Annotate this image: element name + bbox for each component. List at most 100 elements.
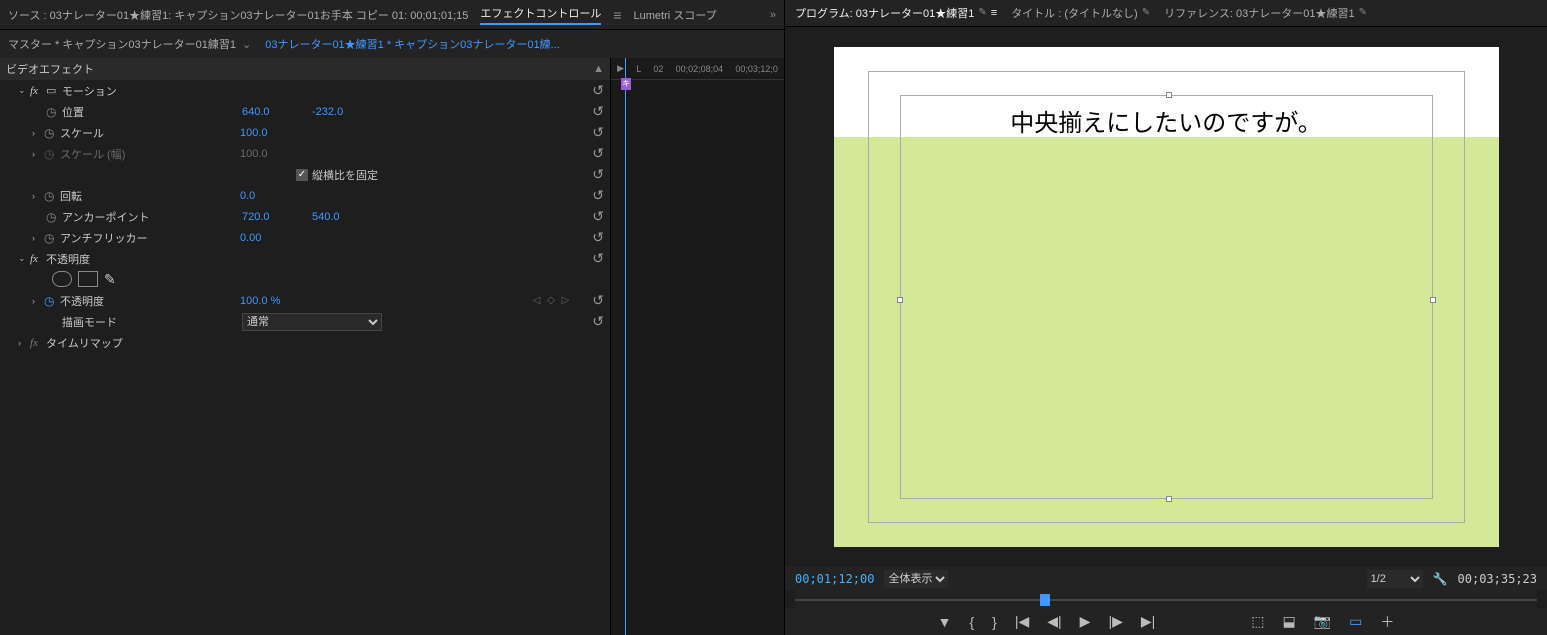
panel-menu-icon[interactable]: ≡ [613, 7, 621, 23]
tab-title[interactable]: タイトル : (タイトルなし) ✎ [1011, 5, 1150, 21]
tab-source[interactable]: ソース : 03ナレーター01★練習1: キャプション03ナレーター01お手本 … [8, 7, 468, 23]
property-anti-flicker[interactable]: › ◷ アンチフリッカー 0.00 ↺ [0, 227, 610, 248]
program-scrubber[interactable] [795, 590, 1537, 608]
overflow-arrow-icon[interactable]: » [770, 9, 776, 21]
playhead-line[interactable] [625, 58, 626, 635]
twisty-closed-icon[interactable]: › [32, 128, 44, 138]
ruler-play-icon[interactable]: ▶ [617, 63, 624, 74]
button-editor-icon[interactable]: ＋ [1380, 612, 1394, 632]
lift-icon[interactable]: ⬚ [1251, 613, 1264, 630]
current-timecode[interactable]: 00;01;12;00 [795, 572, 874, 586]
fx-badge-icon[interactable]: fx [30, 337, 46, 349]
chevron-down-icon[interactable]: ⌄ [242, 38, 251, 51]
breadcrumb-master[interactable]: マスター * キャプション03ナレーター01練習1 [8, 36, 236, 52]
tab-program[interactable]: プログラム: 03ナレーター01★練習1 ✎ ≡ [795, 5, 997, 21]
anchor-x[interactable]: 720.0 [242, 211, 312, 223]
reset-icon[interactable]: ↺ [582, 292, 604, 309]
video-canvas[interactable]: 中央揃えにしたいのですが。 [834, 47, 1499, 547]
rectangle-mask-icon[interactable] [78, 271, 98, 287]
transform-box-icon[interactable]: ▭ [46, 84, 62, 97]
settings-wrench-icon[interactable]: 🔧 [1433, 572, 1448, 586]
reset-icon[interactable]: ↺ [582, 124, 604, 141]
effect-motion[interactable]: ⌄ fx ▭ モーション ↺ [0, 80, 610, 101]
effect-mini-timeline[interactable]: ▶ L 02 00;02;08;04 00;03;12;0 キ [610, 58, 784, 635]
compare-icon[interactable]: ▭ [1349, 613, 1362, 630]
breadcrumb-sequence[interactable]: 03ナレーター01★練習1 * キャプション03ナレーター01練... [265, 36, 560, 52]
uniform-scale-checkbox[interactable]: ✓ [296, 169, 308, 181]
scrubber-track[interactable] [795, 599, 1537, 601]
step-back-icon[interactable]: ◀| [1047, 613, 1061, 630]
fx-badge-icon[interactable]: fx [30, 85, 46, 97]
anchor-y[interactable]: 540.0 [312, 211, 382, 223]
reset-icon[interactable]: ↺ [582, 103, 604, 120]
opacity-value[interactable]: 100.0 % [240, 295, 310, 307]
go-to-in-icon[interactable]: |◀ [1015, 613, 1029, 630]
reset-icon[interactable]: ↺ [582, 187, 604, 204]
anti-flicker-value[interactable]: 0.00 [240, 232, 310, 244]
resolution-select[interactable]: 1/2 [1367, 570, 1423, 588]
tab-reference[interactable]: リファレンス: 03ナレーター01★練習1 ✎ [1164, 5, 1367, 21]
selection-handle[interactable] [1166, 496, 1172, 502]
mark-in-icon[interactable]: { [969, 614, 974, 630]
step-forward-icon[interactable]: |▶ [1108, 613, 1122, 630]
clip-marker[interactable]: キ [621, 78, 631, 90]
property-scale[interactable]: › ◷ スケール 100.0 ↺ [0, 122, 610, 143]
position-y[interactable]: -232.0 [312, 106, 382, 118]
reset-icon[interactable]: ↺ [582, 166, 604, 183]
property-opacity[interactable]: › ◷ 不透明度 100.0 % ◁ ◇ ▷ ↺ [0, 290, 610, 311]
add-marker-icon[interactable]: ▼ [938, 614, 952, 630]
go-to-out-icon[interactable]: ▶| [1141, 613, 1155, 630]
pen-mask-icon[interactable]: ✎ [104, 271, 116, 288]
effect-opacity[interactable]: ⌄ fx 不透明度 ↺ [0, 248, 610, 269]
stopwatch-icon[interactable]: ◷ [46, 210, 62, 224]
stopwatch-icon[interactable]: ◷ [46, 105, 62, 119]
timeline-ruler[interactable]: ▶ L 02 00;02;08;04 00;03;12;0 [611, 58, 784, 80]
property-blend-mode[interactable]: 描画モード 通常 ↺ [0, 311, 610, 332]
reset-icon[interactable]: ↺ [582, 229, 604, 246]
reset-icon[interactable]: ↺ [582, 208, 604, 225]
selection-handle[interactable] [1430, 297, 1436, 303]
reset-icon[interactable]: ↺ [582, 145, 604, 162]
reset-icon[interactable]: ↺ [582, 250, 604, 267]
twisty-open-icon[interactable]: ⌄ [18, 253, 30, 264]
fx-badge-icon[interactable]: fx [30, 253, 46, 265]
twisty-closed-icon[interactable]: › [32, 233, 44, 243]
program-monitor-panel: プログラム: 03ナレーター01★練習1 ✎ ≡ タイトル : (タイトルなし)… [785, 0, 1547, 635]
ellipse-mask-icon[interactable] [52, 271, 72, 287]
tab-lumetri-scopes[interactable]: Lumetri スコープ [634, 7, 717, 23]
twisty-open-icon[interactable]: ⌄ [18, 85, 30, 96]
reset-icon[interactable]: ↺ [582, 313, 604, 330]
zoom-level-select[interactable]: 全体表示 [884, 570, 948, 588]
twisty-closed-icon[interactable]: › [18, 338, 30, 348]
mark-out-icon[interactable]: } [992, 614, 997, 630]
stopwatch-icon[interactable]: ◷ [44, 231, 60, 245]
property-position[interactable]: ◷ 位置 640.0 -232.0 ↺ [0, 101, 610, 122]
scrubber-playhead[interactable] [1040, 594, 1050, 606]
rotation-value[interactable]: 0.0 [240, 190, 310, 202]
play-icon[interactable]: ▶ [1080, 613, 1091, 630]
reset-icon[interactable]: ↺ [582, 82, 604, 99]
pencil-icon[interactable]: ✎ [1142, 7, 1150, 18]
pencil-icon[interactable]: ✎ [978, 7, 986, 18]
blend-mode-select[interactable]: 通常 [242, 313, 382, 331]
effect-time-remap[interactable]: › fx タイムリマップ [0, 332, 610, 353]
selection-handle[interactable] [1166, 92, 1172, 98]
export-frame-icon[interactable]: 📷 [1314, 613, 1331, 630]
twisty-closed-icon[interactable]: › [32, 191, 44, 201]
property-anchor-point[interactable]: ◷ アンカーポイント 720.0 540.0 ↺ [0, 206, 610, 227]
property-uniform-scale[interactable]: ✓ 縦横比を固定 ↺ [0, 164, 610, 185]
panel-menu-icon[interactable]: ≡ [991, 7, 997, 19]
tab-effect-controls[interactable]: エフェクトコントロール [480, 5, 601, 25]
stopwatch-icon[interactable]: ◷ [44, 189, 60, 203]
property-rotation[interactable]: › ◷ 回転 0.0 ↺ [0, 185, 610, 206]
stopwatch-active-icon[interactable]: ◷ [44, 294, 60, 308]
extract-icon[interactable]: ⬓ [1282, 613, 1295, 630]
stopwatch-icon[interactable]: ◷ [44, 126, 60, 140]
keyframe-navigator[interactable]: ◁ ◇ ▷ [522, 295, 582, 306]
selection-handle[interactable] [897, 297, 903, 303]
scale-value[interactable]: 100.0 [240, 127, 310, 139]
effect-breadcrumb: マスター * キャプション03ナレーター01練習1 ⌄ 03ナレーター01★練習… [0, 30, 784, 58]
twisty-closed-icon[interactable]: › [32, 296, 44, 306]
position-x[interactable]: 640.0 [242, 106, 312, 118]
pencil-icon[interactable]: ✎ [1359, 7, 1367, 18]
